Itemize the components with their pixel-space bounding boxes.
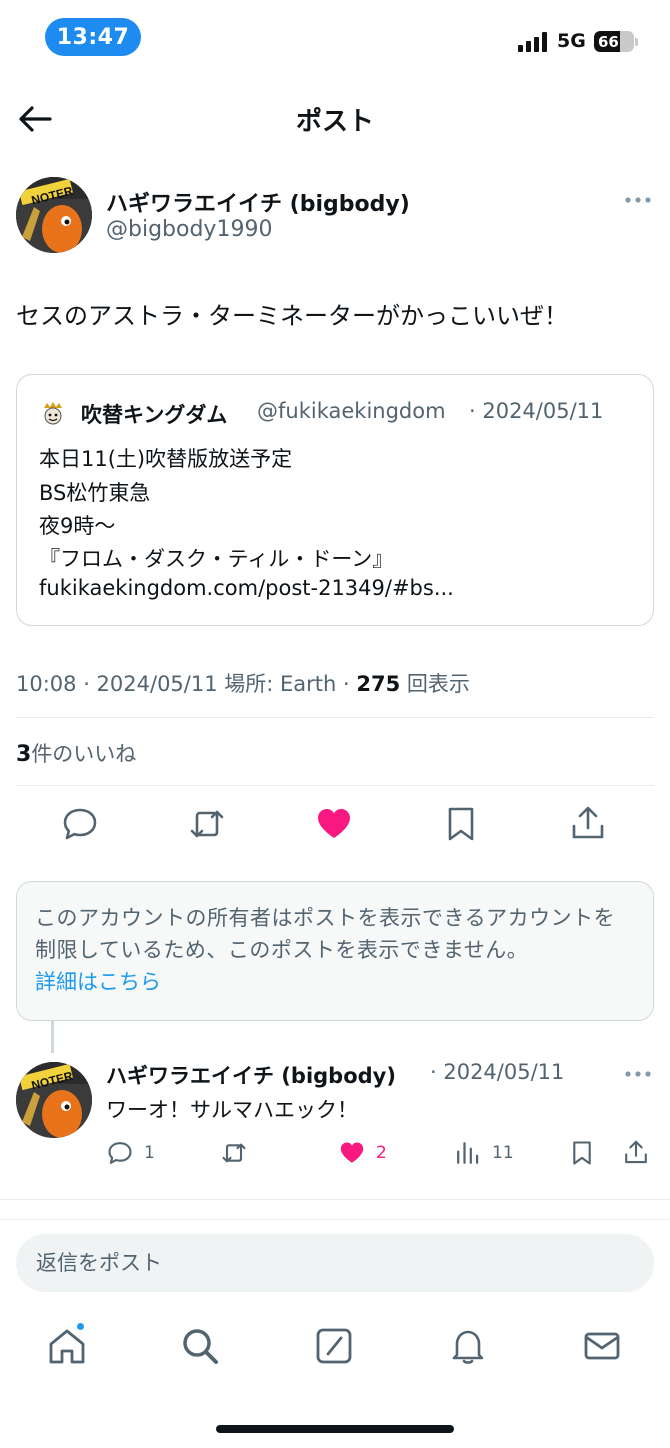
messages-envelope-icon[interactable] bbox=[582, 1326, 622, 1366]
reply-repost-button[interactable] bbox=[220, 1138, 248, 1168]
quoted-text-line: 夜9時〜 bbox=[39, 514, 116, 538]
reply-like-button[interactable]: 2 bbox=[338, 1138, 387, 1168]
network-type: 5G bbox=[557, 30, 586, 52]
reply-text: ワーオ！サルマハエック！ bbox=[106, 1098, 358, 1122]
quoted-text-line: 本日11(土)吹替版放送予定 bbox=[39, 447, 293, 471]
reply-view-count: 11 bbox=[492, 1143, 514, 1163]
new-posts-dot bbox=[75, 1321, 86, 1332]
avatar-image: NOTER bbox=[16, 1062, 92, 1138]
reply-like-count: 2 bbox=[376, 1143, 387, 1163]
avatar[interactable]: NOTER bbox=[16, 177, 92, 253]
author-name[interactable]: ハギワラエイイチ (bigbody) bbox=[106, 186, 410, 218]
thread-connector bbox=[51, 1021, 54, 1053]
battery-tip bbox=[635, 38, 638, 46]
view-label: 回表示 bbox=[406, 672, 470, 696]
reply-views-button[interactable]: 11 bbox=[454, 1138, 514, 1168]
divider bbox=[16, 785, 654, 786]
liked-heart-icon bbox=[340, 1142, 364, 1163]
notifications-bell-icon[interactable] bbox=[448, 1326, 488, 1366]
repost-icon[interactable] bbox=[187, 804, 227, 844]
liked-heart-icon[interactable] bbox=[314, 804, 354, 844]
views-chart-icon bbox=[457, 1142, 479, 1164]
quoted-avatar-icon bbox=[39, 399, 67, 427]
repost-icon bbox=[222, 1143, 246, 1163]
battery-icon: 66 bbox=[594, 31, 634, 52]
post-meta: 10:08 · 2024/05/11 場所: Earth · 275 回表示 bbox=[16, 668, 470, 698]
home-indicator bbox=[216, 1425, 454, 1433]
author-handle[interactable]: @bigbody1990 bbox=[106, 217, 272, 242]
notice-text: このアカウントの所有者はポストを表示できるアカウントを制限しているため、このポス… bbox=[35, 906, 616, 962]
learn-more-link[interactable]: 詳細はこちら bbox=[35, 966, 635, 998]
avatar-image: NOTER bbox=[16, 177, 92, 253]
reply-icon[interactable] bbox=[60, 804, 100, 844]
battery-percent: 66 bbox=[598, 32, 619, 51]
reply-reply-count: 1 bbox=[144, 1143, 155, 1163]
reply-reply-button[interactable]: 1 bbox=[106, 1138, 155, 1168]
home-icon[interactable] bbox=[47, 1326, 87, 1366]
divider bbox=[0, 1219, 670, 1220]
quoted-text-line: BS松竹東急 bbox=[39, 481, 151, 505]
quoted-author-name: 吹替キングダム bbox=[81, 403, 228, 427]
likes-label: 件のいいね bbox=[31, 742, 137, 766]
status-time: 13:47 bbox=[45, 18, 141, 56]
grok-icon[interactable] bbox=[314, 1326, 354, 1366]
reply-compose-input[interactable] bbox=[16, 1234, 654, 1292]
view-count: 275 bbox=[356, 672, 401, 696]
post-text: セスのアストラ・ターミネーターがかっこいいぜ！ bbox=[16, 302, 568, 330]
more-options-icon[interactable] bbox=[624, 195, 652, 205]
more-options-icon[interactable] bbox=[624, 1069, 652, 1079]
share-icon bbox=[625, 1140, 647, 1164]
quoted-post-date: · 2024/05/11 bbox=[469, 399, 604, 423]
quoted-author-handle: @fukikaekingdom bbox=[257, 399, 446, 423]
bookmark-icon bbox=[573, 1141, 591, 1165]
restricted-post-notice: このアカウントの所有者はポストを表示できるアカウントを制限しているため、このポス… bbox=[16, 881, 654, 1021]
bookmark-icon[interactable] bbox=[441, 804, 481, 844]
signal-strength-icon bbox=[518, 32, 547, 52]
reply-date: · 2024/05/11 bbox=[430, 1060, 565, 1084]
divider bbox=[0, 1199, 670, 1200]
divider bbox=[16, 717, 654, 718]
likes-count: 3 bbox=[16, 742, 32, 767]
quoted-text-line: 『フロム・ダスク・ティル・ドーン』 bbox=[39, 547, 394, 571]
search-icon[interactable] bbox=[180, 1326, 220, 1366]
quoted-post-card[interactable]: 吹替キングダム @fukikaekingdom · 2024/05/11 本日1… bbox=[16, 374, 654, 626]
quoted-link[interactable]: fukikaekingdom.com/post-21349/#bs... bbox=[39, 576, 454, 600]
likes-count-link[interactable]: 3件のいいね bbox=[16, 738, 136, 768]
reply-author-name[interactable]: ハギワラエイイチ (bigbody) bbox=[106, 1060, 396, 1090]
reply-icon bbox=[108, 1142, 132, 1164]
share-icon[interactable] bbox=[568, 804, 608, 844]
reply-bookmark-button[interactable] bbox=[568, 1138, 596, 1168]
reply-avatar[interactable]: NOTER bbox=[16, 1062, 92, 1138]
reply-share-button[interactable] bbox=[622, 1138, 650, 1168]
page-title: ポスト bbox=[295, 107, 374, 137]
post-timestamp: 10:08 · 2024/05/11 場所: Earth · bbox=[16, 672, 350, 696]
